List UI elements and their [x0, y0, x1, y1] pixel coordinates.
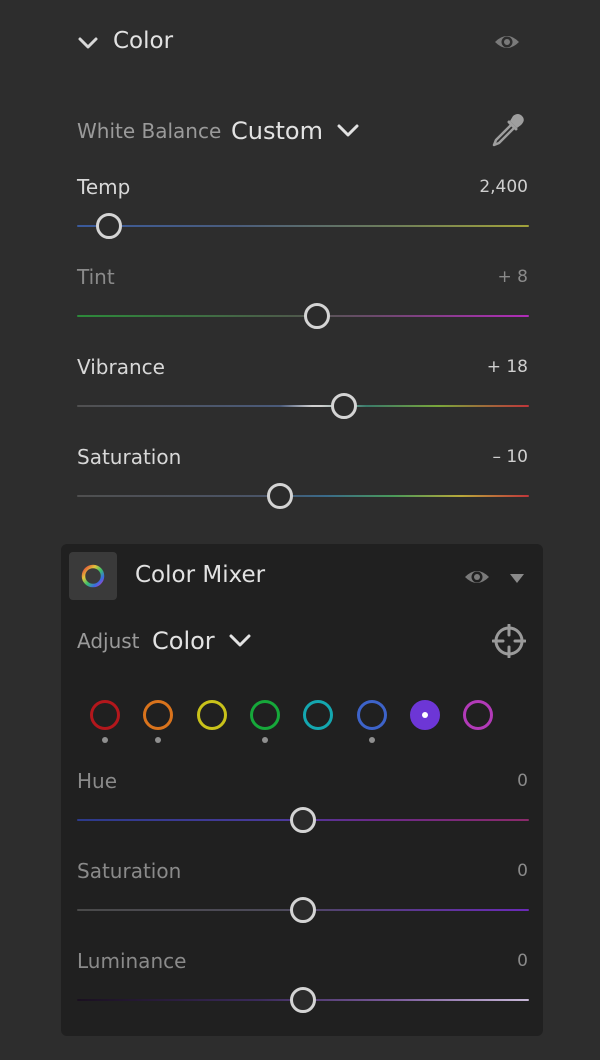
luminance-label: Luminance [77, 949, 187, 973]
white-balance-dropdown[interactable]: Custom [231, 113, 359, 149]
mixer-saturation-value[interactable]: 0 [517, 861, 528, 881]
vibrance-thumb[interactable] [330, 393, 357, 419]
saturation-track [77, 495, 529, 497]
mixer-saturation-label: Saturation [77, 859, 182, 883]
color-mixer-title: Color Mixer [135, 562, 266, 588]
color-collapse-button[interactable] [76, 31, 100, 55]
swatch-magenta[interactable] [463, 700, 494, 730]
adjust-dropdown[interactable]: Color [152, 623, 251, 659]
hue-label: Hue [77, 769, 118, 793]
eye-icon [495, 36, 519, 48]
chevron-down-icon [337, 124, 359, 137]
swatch-red[interactable] [90, 700, 120, 730]
adjust-label: Adjust [77, 629, 140, 653]
hue-thumb[interactable] [290, 807, 316, 833]
mixer-saturation-slider[interactable] [77, 895, 529, 925]
color-mixer-menu-button[interactable] [508, 570, 526, 584]
luminance-slider[interactable] [77, 985, 529, 1015]
targeted-adjustment-tool[interactable] [491, 623, 527, 659]
chevron-down-icon [78, 37, 98, 49]
white-balance-label: White Balance [77, 119, 222, 143]
vibrance-label: Vibrance [77, 355, 165, 379]
tint-thumb[interactable] [303, 303, 330, 329]
swatch-purple[interactable] [409, 700, 440, 730]
vibrance-track [77, 405, 529, 407]
white-balance-value: Custom [231, 117, 323, 145]
saturation-value[interactable]: – 10 [492, 447, 528, 467]
hue-value[interactable]: 0 [517, 771, 528, 791]
adjusted-indicator-dot [261, 737, 268, 743]
swatch-yellow[interactable] [196, 700, 227, 730]
vibrance-value[interactable]: + 18 [487, 357, 528, 377]
tint-slider[interactable] [77, 301, 529, 331]
color-mixer-icon-button[interactable] [69, 552, 117, 600]
luminance-thumb[interactable] [290, 987, 316, 1013]
tint-value[interactable]: + 8 [498, 267, 528, 287]
color-mixer-visibility-toggle[interactable] [463, 566, 491, 588]
swatch-green[interactable] [249, 700, 280, 730]
vibrance-slider[interactable] [77, 391, 529, 421]
swatch-aqua[interactable] [303, 700, 334, 730]
eyedropper-icon [492, 114, 524, 147]
swatch-blue[interactable] [356, 700, 387, 730]
mixer-saturation-thumb[interactable] [290, 897, 316, 923]
temp-track [77, 225, 529, 227]
temp-slider[interactable] [77, 211, 529, 241]
tint-label: Tint [77, 265, 115, 289]
selected-indicator [421, 712, 428, 718]
hue-slider[interactable] [77, 805, 529, 835]
temp-thumb[interactable] [95, 213, 122, 239]
temp-label: Temp [77, 175, 131, 199]
luminance-value[interactable]: 0 [517, 951, 528, 971]
eye-icon [465, 571, 489, 583]
color-visibility-toggle[interactable] [493, 31, 521, 53]
target-icon [491, 623, 527, 659]
saturation-label: Saturation [77, 445, 182, 469]
color-section-title: Color [113, 28, 174, 54]
adjusted-indicator-dot [102, 737, 108, 743]
temp-value[interactable]: 2,400 [479, 177, 528, 197]
saturation-thumb[interactable] [267, 483, 294, 509]
triangle-down-icon [510, 574, 524, 583]
color-wheel-icon [81, 564, 105, 588]
chevron-down-icon [229, 634, 251, 647]
saturation-slider[interactable] [77, 481, 529, 511]
adjusted-indicator-dot [368, 737, 375, 743]
white-balance-eyedropper[interactable] [488, 112, 526, 150]
adjust-value: Color [152, 627, 215, 655]
